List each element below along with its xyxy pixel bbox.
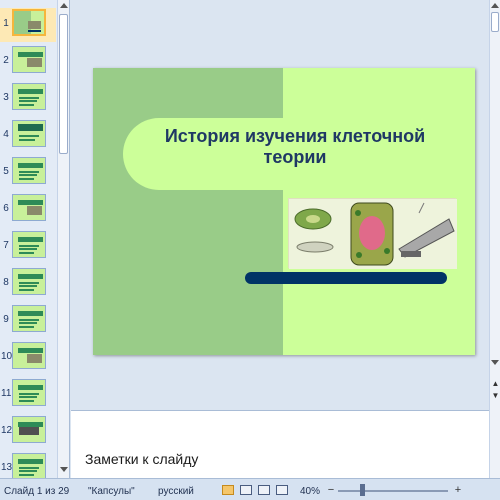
accent-bar (245, 272, 447, 284)
previous-slide-icon[interactable]: ▲ (491, 380, 500, 388)
slide-thumbnail-number: 1 (3, 18, 9, 29)
normal-view-icon[interactable] (222, 485, 234, 495)
scroll-down-arrow-icon[interactable] (60, 467, 68, 472)
slideshow-view-icon[interactable] (276, 485, 288, 495)
slide-thumbnail-preview[interactable] (12, 157, 46, 184)
slide-thumbnail-preview[interactable] (12, 231, 46, 258)
zoom-level[interactable]: 40% (300, 486, 320, 497)
slide-thumbnail-preview[interactable] (12, 9, 46, 36)
slide-editing-area: История изучения клеточной теории (71, 0, 489, 408)
slide-thumbnail-preview[interactable] (12, 268, 46, 295)
slide-counter: Слайд 1 из 29 (4, 486, 70, 497)
slide-thumbnail-preview[interactable] (12, 83, 46, 110)
slide-thumbnail[interactable]: 8 (0, 267, 56, 301)
slide-thumbnail[interactable]: 3 (0, 82, 56, 116)
slide-thumbnail-number: 3 (3, 92, 9, 103)
scroll-up-arrow-icon[interactable] (491, 3, 499, 8)
slide-thumbnail-number: 13 (1, 462, 13, 473)
next-slide-icon[interactable]: ▼ (491, 392, 500, 400)
slide-thumbnail-number: 9 (3, 314, 9, 325)
notes-pane[interactable]: Заметки к слайду (71, 410, 489, 478)
slide-thumbnail-preview[interactable] (12, 194, 46, 221)
slide-thumbnail-number: 12 (1, 425, 13, 436)
slide-thumbnail-preview[interactable] (12, 379, 46, 406)
slide-scroll-thumb[interactable] (491, 12, 499, 32)
slide-thumbnail-number: 2 (3, 55, 9, 66)
thumbnail-scroll-thumb[interactable] (59, 14, 68, 154)
slide-thumbnail-preview[interactable] (12, 46, 46, 73)
slide-title[interactable]: История изучения клеточной теории (145, 126, 445, 168)
slide-thumbnail-preview[interactable] (12, 342, 46, 369)
zoom-slider-knob[interactable] (360, 484, 365, 496)
slide-thumbnail[interactable]: 4 (0, 119, 56, 153)
slide-thumbnail-preview[interactable] (12, 305, 46, 332)
zoom-slider[interactable] (338, 490, 448, 492)
slide-thumbnail[interactable]: 12 (0, 415, 56, 449)
slide-thumbnail-preview[interactable] (12, 120, 46, 147)
zoom-in-icon[interactable]: + (452, 484, 464, 496)
cell-illustration-image[interactable] (288, 198, 457, 269)
slide-thumbnail-number: 8 (3, 277, 9, 288)
current-slide[interactable]: История изучения клеточной теории (93, 68, 475, 355)
slide-thumbnail[interactable]: 7 (0, 230, 56, 264)
slide-left-panel (93, 68, 283, 355)
slide-thumbnail[interactable]: 6 (0, 193, 56, 227)
zoom-out-icon[interactable]: − (325, 484, 337, 496)
slide-thumbnail[interactable]: 9 (0, 304, 56, 338)
thumbnail-scrollbar[interactable] (57, 0, 69, 478)
slide-thumbnail[interactable]: 2 (0, 45, 56, 79)
slide-thumbnail-preview[interactable] (12, 416, 46, 443)
slide-thumbnail[interactable]: 11 (0, 378, 56, 412)
slide-thumbnail-number: 7 (3, 240, 9, 251)
scroll-up-arrow-icon[interactable] (60, 3, 68, 8)
slide-thumbnail-number: 5 (3, 166, 9, 177)
reading-view-icon[interactable] (258, 485, 270, 495)
language-indicator[interactable]: русский (158, 486, 194, 497)
status-bar: Слайд 1 из 29 "Капсулы" русский 40% − + (0, 478, 500, 500)
slide-thumbnail-number: 11 (1, 388, 12, 399)
slide-thumbnail[interactable]: 5 (0, 156, 56, 190)
slide-vertical-scrollbar[interactable]: ▲ ▼ (489, 0, 500, 408)
slide-thumbnail-number: 6 (3, 203, 9, 214)
slide-thumbnail-preview[interactable] (12, 453, 46, 478)
notes-scrollbar[interactable] (489, 408, 500, 478)
slide-sorter-view-icon[interactable] (240, 485, 252, 495)
slide-thumbnail[interactable]: 13 (0, 452, 56, 478)
scroll-down-arrow-icon[interactable] (491, 360, 499, 365)
slide-thumbnail-number: 4 (3, 129, 9, 140)
slide-thumbnail[interactable]: 10 (0, 341, 56, 375)
slide-thumbnail-number: 10 (1, 351, 13, 362)
slide-thumbnail[interactable]: 1 (0, 8, 56, 42)
theme-name: "Капсулы" (88, 486, 135, 497)
notes-placeholder[interactable]: Заметки к слайду (85, 451, 198, 467)
